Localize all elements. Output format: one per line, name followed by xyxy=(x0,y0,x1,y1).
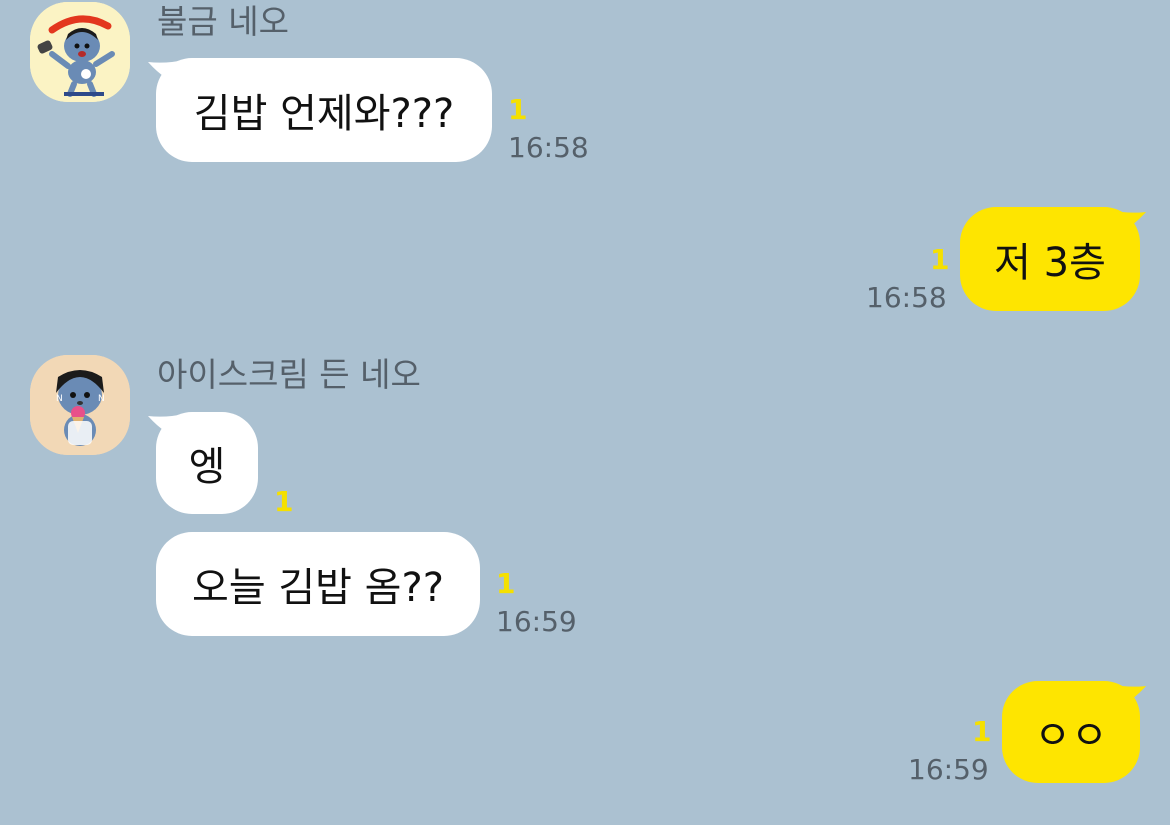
message-bubble[interactable]: ㅇㅇ xyxy=(1002,681,1140,783)
unread-count: 1 xyxy=(274,485,294,518)
avatar[interactable]: N N xyxy=(30,355,130,455)
message-bubble[interactable]: 김밥 언제와??? xyxy=(156,58,492,162)
message-bubble[interactable]: 오늘 김밥 옴?? xyxy=(156,532,480,636)
message-text: 김밥 언제와??? xyxy=(193,91,455,137)
message-text: ㅇㅇ xyxy=(1034,713,1108,759)
neo-friday-avatar-icon xyxy=(30,2,130,102)
timestamp: 16:59 xyxy=(908,753,989,786)
message-text: 저 3층 xyxy=(994,240,1106,286)
avatar[interactable] xyxy=(30,2,130,102)
message-text: 엥 xyxy=(188,444,226,490)
message-bubble[interactable]: 엥 xyxy=(156,412,258,514)
unread-count: 1 xyxy=(508,93,528,126)
neo-icecream-avatar-icon: N N xyxy=(30,355,130,455)
timestamp: 16:58 xyxy=(866,281,947,314)
svg-text:N: N xyxy=(56,394,63,404)
unread-count: 1 xyxy=(496,567,516,600)
message-bubble[interactable]: 저 3층 xyxy=(960,207,1140,311)
sender-name: 아이스크림 든 네오 xyxy=(157,355,421,394)
sender-name: 불금 네오 xyxy=(157,2,289,41)
unread-count: 1 xyxy=(972,715,992,748)
message-text: 오늘 김밥 옴?? xyxy=(192,565,444,611)
unread-count: 1 xyxy=(930,243,950,276)
timestamp: 16:59 xyxy=(496,605,577,638)
timestamp: 16:58 xyxy=(508,131,589,164)
svg-text:N: N xyxy=(98,394,105,404)
